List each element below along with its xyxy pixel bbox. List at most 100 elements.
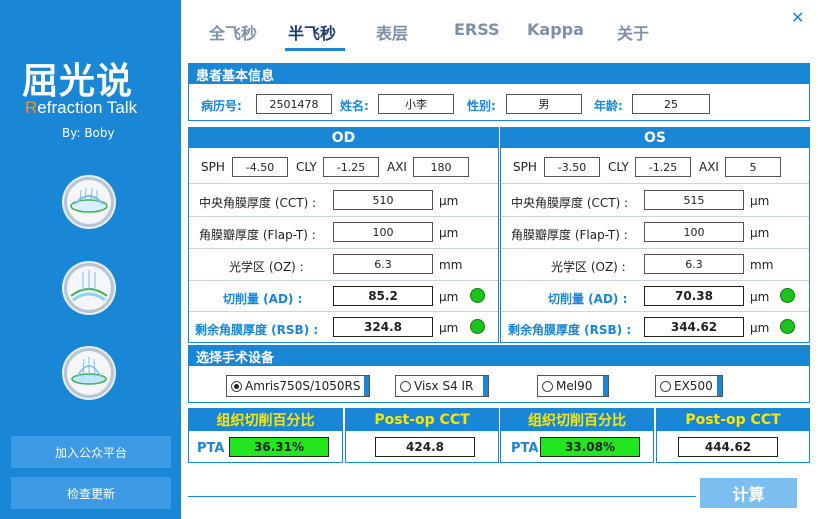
os-sph-label: SPH: [513, 160, 537, 174]
divider: [189, 183, 498, 184]
od-oz-label: 光学区 (OZ) :: [229, 260, 304, 274]
os-ad-unit: μm: [750, 290, 770, 304]
od-ad-value: 85.2: [333, 286, 433, 306]
os-cly-input[interactable]: -1.25: [635, 157, 691, 177]
name-label: 姓名:: [340, 99, 369, 113]
divider: [501, 216, 809, 217]
join-platform-button[interactable]: 加入公众平台: [11, 436, 171, 468]
od-rsb-status-indicator: [470, 319, 485, 334]
device-option-ex500[interactable]: EX500: [655, 375, 723, 397]
os-ad-label: 切削量 (AD) :: [548, 292, 628, 306]
tab-semi-femto[interactable]: 半飞秒: [288, 20, 336, 44]
check-update-button[interactable]: 检查更新: [11, 477, 171, 509]
od-cct-input[interactable]: 510: [333, 190, 433, 210]
os-oz-label: 光学区 (OZ) :: [551, 260, 626, 274]
os-cct-input[interactable]: 515: [644, 190, 744, 210]
os-oz-input[interactable]: 6.3: [644, 254, 744, 274]
os-rsb-status-indicator: [780, 319, 795, 334]
bottom-divider: [188, 496, 696, 497]
od-postop-title: Post-op CCT: [346, 409, 498, 431]
os-rsb-value: 344.62: [644, 317, 744, 337]
device-option-mel90[interactable]: Mel90: [537, 375, 609, 397]
od-postop-panel: Post-op CCT 424.8: [345, 408, 499, 463]
od-pta-panel: 组织切削百分比 PTA 36.31%: [188, 408, 343, 463]
divider: [189, 248, 498, 249]
device-header: 选择手术设备: [189, 346, 809, 366]
divider: [501, 311, 809, 312]
radio-icon: [542, 380, 553, 392]
byline: By: Boby: [62, 126, 115, 140]
record-id-input[interactable]: 2501478: [256, 94, 332, 114]
od-rsb-unit: μm: [439, 321, 459, 335]
tab-full-femto[interactable]: 全飞秒: [209, 20, 257, 44]
name-input[interactable]: 小李: [378, 94, 454, 114]
option-accent: [603, 376, 608, 396]
od-postop-value: 424.8: [375, 437, 475, 457]
od-sph-label: SPH: [201, 160, 225, 174]
tab-bar: 全飞秒 半飞秒 表层 ERSS Kappa 关于: [181, 0, 818, 60]
od-axi-label: AXI: [387, 160, 407, 174]
device-option-amris[interactable]: Amris750S/1050RS: [226, 375, 370, 397]
os-rsb-label: 剩余角膜厚度 (RSB) :: [508, 323, 632, 337]
record-id-label: 病历号:: [201, 99, 242, 113]
patient-info-header: 患者基本信息: [189, 64, 809, 84]
device-option-label: EX500: [674, 379, 713, 393]
eye-icon[interactable]: [64, 348, 114, 398]
os-flap-label: 角膜瓣厚度 (Flap-T) :: [511, 228, 628, 242]
os-axi-input[interactable]: 5: [725, 157, 781, 177]
option-accent: [717, 376, 722, 396]
divider: [501, 183, 809, 184]
os-cct-label: 中央角膜厚度 (CCT) :: [511, 196, 629, 210]
os-flap-input[interactable]: 100: [644, 222, 744, 242]
tab-erss[interactable]: ERSS: [454, 20, 500, 39]
os-pta-value: 33.08%: [540, 437, 640, 457]
radio-selected-icon: [231, 380, 242, 392]
gender-label: 性别:: [467, 99, 496, 113]
tab-kappa[interactable]: Kappa: [527, 20, 584, 39]
logo-english: Refraction Talk: [25, 98, 137, 118]
od-ad-unit: μm: [439, 290, 459, 304]
option-accent: [483, 376, 488, 396]
active-tab-indicator: [285, 48, 345, 51]
device-option-visx[interactable]: Visx S4 IR: [395, 375, 489, 397]
os-title: OS: [501, 128, 809, 148]
age-input[interactable]: 25: [632, 94, 710, 114]
od-pta-label: PTA: [197, 441, 225, 456]
od-oz-input[interactable]: 6.3: [333, 254, 433, 274]
od-flap-unit: μm: [439, 226, 459, 240]
od-rsb-label: 剩余角膜厚度 (RSB) :: [195, 323, 319, 337]
od-sph-input[interactable]: -4.50: [232, 157, 288, 177]
eye-icon[interactable]: [64, 263, 114, 313]
od-flap-label: 角膜瓣厚度 (Flap-T) :: [199, 228, 316, 242]
gender-input[interactable]: 男: [506, 94, 582, 114]
tab-about[interactable]: 关于: [617, 20, 649, 44]
eye-icon[interactable]: [64, 177, 114, 227]
logo-chinese: 屈光说: [22, 61, 134, 102]
od-flap-input[interactable]: 100: [333, 222, 433, 242]
od-ad-label: 切削量 (AD) :: [223, 292, 303, 306]
device-option-label: Amris750S/1050RS: [245, 379, 361, 393]
os-ad-value: 70.38: [644, 286, 744, 306]
os-pta-label: PTA: [511, 441, 539, 456]
os-ad-status-indicator: [780, 288, 795, 303]
os-pta-panel: 组织切削百分比 PTA 33.08%: [500, 408, 654, 463]
od-cly-input[interactable]: -1.25: [323, 157, 379, 177]
divider: [501, 280, 809, 281]
device-option-label: Mel90: [556, 379, 593, 393]
od-axi-input[interactable]: 180: [413, 157, 469, 177]
od-panel: OD SPH -4.50 CLY -1.25 AXI 180 中央角膜厚度 (C…: [188, 127, 499, 343]
close-icon[interactable]: ✕: [791, 8, 804, 27]
device-panel: 选择手术设备 Amris750S/1050RS Visx S4 IR Mel90…: [188, 345, 810, 403]
os-cly-label: CLY: [608, 160, 629, 174]
od-ad-status-indicator: [470, 288, 485, 303]
radio-icon: [660, 380, 671, 392]
od-oz-unit: mm: [439, 258, 463, 272]
od-title: OD: [189, 128, 498, 148]
logo-r: R: [25, 98, 38, 117]
patient-info-panel: 患者基本信息 病历号: 2501478 姓名: 小李 性别: 男 年龄: 25: [188, 63, 810, 121]
device-option-label: Visx S4 IR: [414, 379, 474, 393]
divider: [189, 311, 498, 312]
calculate-button[interactable]: 计算: [700, 478, 797, 508]
os-sph-input[interactable]: -3.50: [544, 157, 600, 177]
tab-surface[interactable]: 表层: [376, 20, 408, 44]
